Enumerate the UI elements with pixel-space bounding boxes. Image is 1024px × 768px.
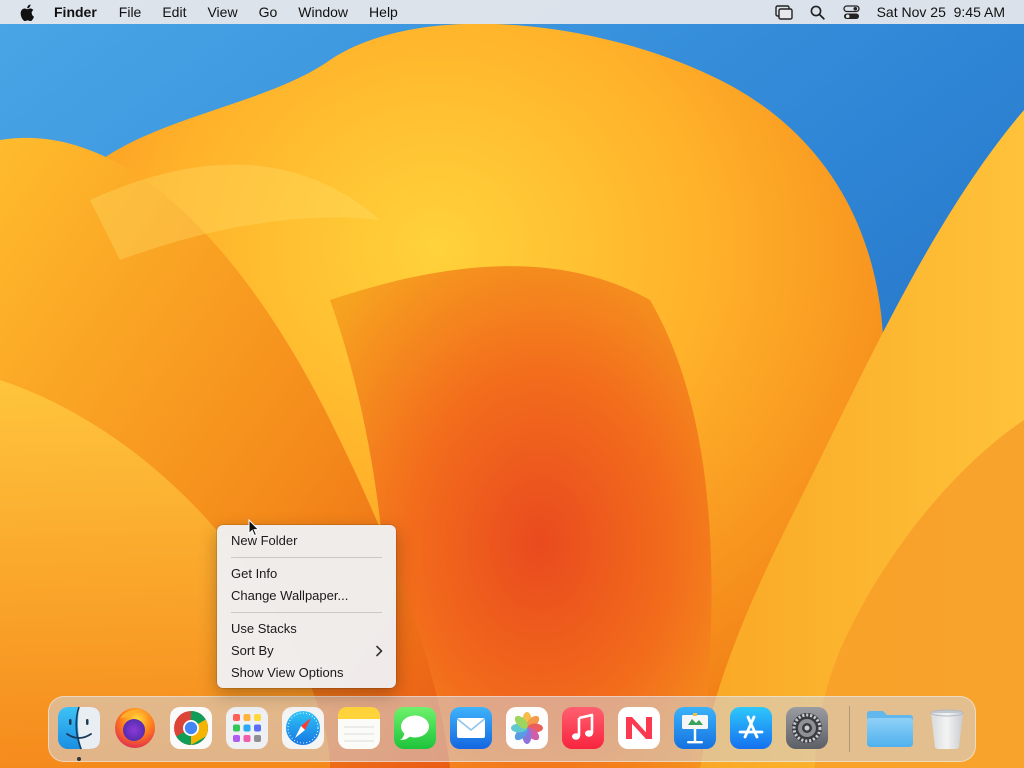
- firefox-icon[interactable]: [112, 705, 158, 751]
- menu-window[interactable]: Window: [298, 0, 348, 24]
- messages-icon[interactable]: [392, 705, 438, 751]
- menu-item-change-wallpaper[interactable]: Change Wallpaper...: [217, 585, 396, 607]
- menu-item-show-view-options[interactable]: Show View Options: [217, 662, 396, 684]
- chrome-icon[interactable]: [168, 705, 214, 751]
- apple-logo-icon[interactable]: [19, 3, 35, 21]
- menu-bar-clock[interactable]: Sat Nov 25 9:45 AM: [877, 4, 1005, 20]
- system-settings-icon[interactable]: [784, 705, 830, 751]
- finder-icon[interactable]: [56, 705, 102, 751]
- menu-edit[interactable]: Edit: [162, 0, 186, 24]
- dock-divider: [849, 706, 850, 752]
- app-store-icon[interactable]: [728, 705, 774, 751]
- menu-item-sort-by[interactable]: Sort By: [217, 640, 396, 662]
- mouse-cursor-icon: [248, 519, 260, 537]
- menu-item-new-folder[interactable]: New Folder: [217, 530, 396, 552]
- safari-icon[interactable]: [280, 705, 326, 751]
- desktop-wallpaper: [0, 0, 1024, 768]
- music-icon[interactable]: [560, 705, 606, 751]
- chevron-right-icon: [376, 645, 383, 657]
- photos-icon[interactable]: [504, 705, 550, 751]
- menu-bar: Finder File Edit View Go Window Help Sat…: [0, 0, 1024, 24]
- menu-item-use-stacks[interactable]: Use Stacks: [217, 618, 396, 640]
- launchpad-icon[interactable]: [224, 705, 270, 751]
- folder-icon[interactable]: [864, 705, 916, 751]
- dock: [48, 696, 976, 762]
- menu-item-get-info[interactable]: Get Info: [217, 563, 396, 585]
- menu-separator: [231, 612, 382, 613]
- menu-go[interactable]: Go: [259, 0, 278, 24]
- notes-icon[interactable]: [336, 705, 382, 751]
- menu-file[interactable]: File: [119, 0, 142, 24]
- status-area: Sat Nov 25 9:45 AM: [773, 0, 1024, 24]
- desktop-context-menu: New Folder Get Info Change Wallpaper... …: [217, 525, 396, 688]
- keynote-icon[interactable]: [672, 705, 718, 751]
- menu-view[interactable]: View: [207, 0, 237, 24]
- menu-app-name[interactable]: Finder: [54, 0, 97, 24]
- menu-item-label: Sort By: [231, 643, 274, 658]
- menu-separator: [231, 557, 382, 558]
- news-icon[interactable]: [616, 705, 662, 751]
- mail-icon[interactable]: [448, 705, 494, 751]
- spotlight-search-icon[interactable]: [807, 3, 829, 21]
- running-indicator: [77, 757, 81, 761]
- screen-mirroring-icon[interactable]: [773, 3, 795, 21]
- trash-icon[interactable]: [924, 705, 970, 751]
- control-center-icon[interactable]: [841, 3, 863, 21]
- menu-help[interactable]: Help: [369, 0, 398, 24]
- desktop[interactable]: Finder File Edit View Go Window Help Sat…: [0, 0, 1024, 768]
